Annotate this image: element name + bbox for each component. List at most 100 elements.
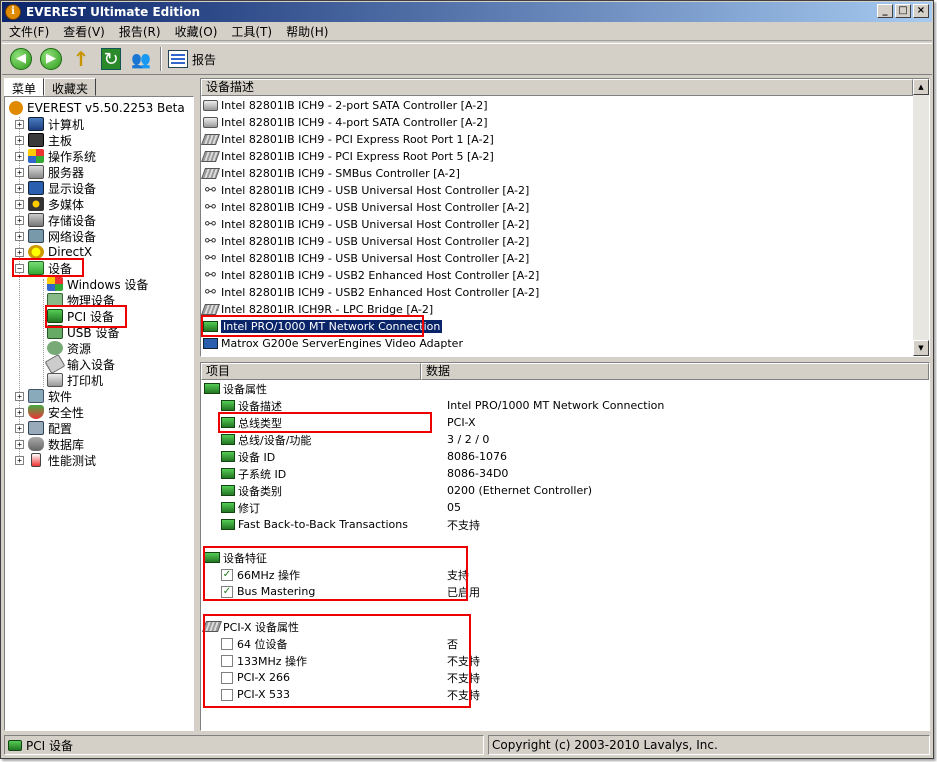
tree-item-server[interactable]: + 服务器	[15, 164, 84, 180]
property-name: 设备描述	[238, 399, 282, 413]
expand-icon[interactable]: +	[15, 247, 24, 257]
expand-icon[interactable]: +	[15, 183, 24, 193]
tree-item-usb-devices[interactable]: USB 设备	[47, 324, 119, 340]
tree-item-input-devices[interactable]: 输入设备	[44, 353, 115, 375]
column-header-item[interactable]: 项目	[201, 363, 421, 380]
minimize-button[interactable]: _	[877, 4, 893, 18]
property-row[interactable]: 修订 05	[221, 499, 929, 516]
tree-item-security[interactable]: + 安全性	[15, 404, 84, 420]
report-button[interactable]: 报告	[168, 50, 216, 68]
group-header-pcix-properties[interactable]: PCI-X 设备属性	[201, 618, 924, 635]
expand-icon[interactable]: +	[15, 231, 24, 241]
property-row[interactable]: 子系统 ID 8086-34D0	[221, 465, 929, 482]
tree-item-physical-devices[interactable]: 物理设备	[47, 292, 115, 308]
windows-devices-icon	[47, 277, 63, 291]
device-row[interactable]: Intel 82801IB ICH9 - SMBus Controller [A…	[201, 165, 460, 182]
close-button[interactable]: ×	[913, 4, 929, 18]
property-row[interactable]: 设备类别 0200 (Ethernet Controller)	[221, 482, 929, 499]
device-row[interactable]: ⚯ Intel 82801IB ICH9 - USB Universal Host…	[203, 199, 529, 216]
property-row[interactable]: 设备描述 Intel PRO/1000 MT Network Connection	[221, 397, 929, 414]
tree-item-devices[interactable]: − 设备	[15, 260, 72, 276]
device-row-selected[interactable]: Intel PRO/1000 MT Network Connection	[203, 318, 443, 335]
users-button[interactable]: 👥	[128, 46, 154, 72]
tree-item-label: 存储设备	[48, 213, 97, 228]
tree-item-directx[interactable]: + DirectX	[15, 244, 92, 260]
menu-help[interactable]: 帮助(H)	[279, 23, 335, 40]
menu-tools[interactable]: 工具(T)	[224, 23, 279, 40]
device-row[interactable]: ⚯ Intel 82801IB ICH9 - USB2 Enhanced Host…	[203, 267, 539, 284]
device-list-scrollbar[interactable]: ▲ ▼	[913, 79, 929, 356]
menu-favorites[interactable]: 收藏(O)	[168, 23, 225, 40]
menu-file[interactable]: 文件(F)	[2, 23, 56, 40]
tree-item-printers[interactable]: 打印机	[47, 372, 103, 388]
pci-card-icon	[204, 383, 220, 394]
expand-icon[interactable]: +	[15, 391, 24, 401]
menu-view[interactable]: 查看(V)	[56, 23, 112, 40]
feature-row[interactable]: PCI-X 533 不支持	[221, 686, 929, 703]
device-row[interactable]: Intel 82801IB ICH9 - 2-port SATA Control…	[203, 97, 487, 114]
tree-item-benchmark[interactable]: + 性能测试	[15, 452, 96, 468]
tree-item-windows-devices[interactable]: Windows 设备	[47, 276, 148, 292]
collapse-icon[interactable]: −	[15, 263, 24, 273]
device-row[interactable]: ⚯ Intel 82801IB ICH9 - USB Universal Host…	[203, 182, 529, 199]
tree-item-pci-devices[interactable]: PCI 设备	[47, 308, 114, 324]
tree-item-config[interactable]: + 配置	[15, 420, 72, 436]
device-row[interactable]: ⚯ Intel 82801IB ICH9 - USB Universal Host…	[203, 233, 529, 250]
refresh-button[interactable]: ↻	[98, 46, 124, 72]
feature-row[interactable]: ✓ Bus Mastering 已启用	[221, 583, 929, 600]
device-row[interactable]: Intel 82801IB ICH9 - PCI Express Root Po…	[201, 131, 494, 148]
maximize-button[interactable]: □	[895, 4, 911, 18]
title-bar[interactable]: i EVEREST Ultimate Edition _ □ ×	[2, 2, 932, 22]
printer-icon	[47, 373, 63, 387]
menu-report[interactable]: 报告(R)	[112, 23, 168, 40]
tree-item-network[interactable]: + 网络设备	[15, 228, 96, 244]
tree-item-multimedia[interactable]: + 多媒体	[15, 196, 84, 212]
tree-root[interactable]: EVEREST v5.50.2253 Beta	[9, 100, 185, 116]
device-row[interactable]: Intel 82801IB ICH9 - PCI Express Root Po…	[201, 148, 494, 165]
forward-button[interactable]: ▶	[38, 46, 64, 72]
device-list-header[interactable]: 设备描述	[201, 79, 913, 96]
tree-item-resources[interactable]: 资源	[47, 340, 91, 356]
up-button[interactable]: ↑	[68, 46, 94, 72]
group-header-device-features[interactable]: 设备特征	[204, 549, 924, 566]
device-row[interactable]: Intel 82801IB ICH9 - 4-port SATA Control…	[203, 114, 487, 131]
device-row[interactable]: Intel 82801IR ICH9R - LPC Bridge [A-2]	[201, 301, 433, 318]
column-header-data[interactable]: 数据	[421, 363, 929, 380]
device-row[interactable]: ⚯ Intel 82801IB ICH9 - USB Universal Host…	[203, 250, 529, 267]
pci-card-icon	[47, 309, 63, 323]
feature-row[interactable]: 64 位设备 否	[221, 635, 929, 652]
tree-item-database[interactable]: + 数据库	[15, 436, 84, 452]
property-row[interactable]: 设备 ID 8086-1076	[221, 448, 929, 465]
tab-favorites[interactable]: 收藏夹	[44, 78, 97, 96]
property-row[interactable]: 总线/设备/功能 3 / 2 / 0	[221, 431, 929, 448]
feature-row[interactable]: PCI-X 266 不支持	[221, 669, 929, 686]
expand-icon[interactable]: +	[15, 455, 24, 465]
expand-icon[interactable]: +	[15, 119, 24, 129]
expand-icon[interactable]: +	[15, 423, 24, 433]
expand-icon[interactable]: +	[15, 151, 24, 161]
expand-icon[interactable]: +	[15, 167, 24, 177]
device-row[interactable]: ⚯ Intel 82801IB ICH9 - USB Universal Host…	[203, 216, 529, 233]
expand-icon[interactable]: +	[15, 407, 24, 417]
tab-menu[interactable]: 菜单	[4, 78, 45, 96]
tree-item-computer[interactable]: + 计算机	[15, 116, 84, 132]
tree-item-software[interactable]: + 软件	[15, 388, 72, 404]
scroll-down-arrow-icon[interactable]: ▼	[913, 340, 929, 356]
tree-item-os[interactable]: + 操作系统	[15, 148, 96, 164]
tree-item-storage[interactable]: + 存储设备	[15, 212, 96, 228]
scroll-up-arrow-icon[interactable]: ▲	[913, 79, 929, 95]
feature-row[interactable]: 133MHz 操作 不支持	[221, 652, 929, 669]
expand-icon[interactable]: +	[15, 135, 24, 145]
back-button[interactable]: ◀	[8, 46, 34, 72]
tree-item-display[interactable]: + 显示设备	[15, 180, 96, 196]
expand-icon[interactable]: +	[15, 215, 24, 225]
feature-row[interactable]: ✓ 66MHz 操作 支持	[221, 566, 929, 583]
group-header-device-properties[interactable]: 设备属性	[204, 380, 924, 397]
tree-item-motherboard[interactable]: + 主板	[15, 132, 72, 148]
property-row[interactable]: 总线类型 PCI-X	[221, 414, 929, 431]
property-row[interactable]: Fast Back-to-Back Transactions 不支持	[221, 516, 929, 533]
device-row[interactable]: Matrox G200e ServerEngines Video Adapter	[203, 335, 463, 352]
expand-icon[interactable]: +	[15, 199, 24, 209]
device-row[interactable]: ⚯ Intel 82801IB ICH9 - USB2 Enhanced Host…	[203, 284, 539, 301]
expand-icon[interactable]: +	[15, 439, 24, 449]
